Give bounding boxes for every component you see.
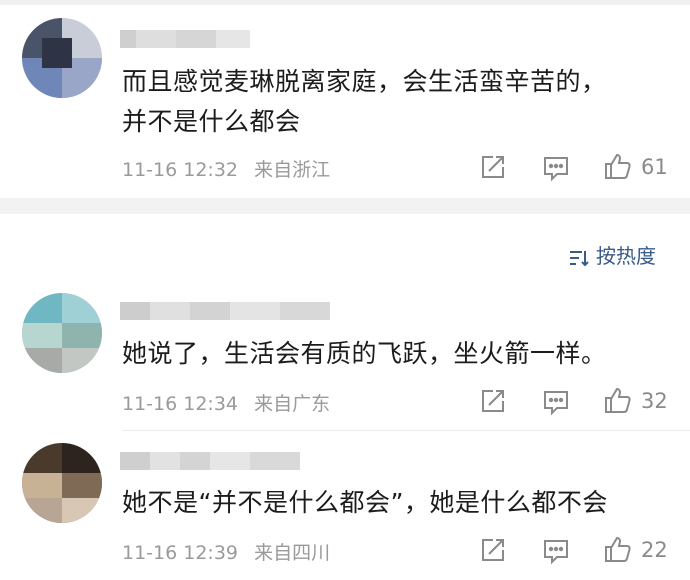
username-blurred[interactable] [120,302,330,320]
comment-text: 而且感觉麦琳脱离家庭，会生活蛮辛苦的， 并不是什么都会 [122,62,607,142]
comment-time: 11-16 12:34 [122,393,239,415]
avatar[interactable] [22,18,102,98]
like-icon[interactable] [603,534,633,564]
comment-text: 她不是“并不是什么都会”，她是什么都不会 [122,483,608,523]
sort-label: 按热度 [596,244,656,268]
comment-text-line: 她不是“并不是什么都会”，她是什么都不会 [122,488,608,517]
sort-button[interactable]: 按热度 [568,240,656,269]
share-icon[interactable] [480,154,506,180]
comment-icon[interactable] [542,537,570,565]
comment-separator [122,430,690,431]
comment-text-line: 而且感觉麦琳脱离家庭，会生活蛮辛苦的， [122,67,607,96]
comment-time: 11-16 12:32 [122,159,239,181]
share-icon[interactable] [480,537,506,563]
like-icon[interactable] [603,151,633,181]
comment-location: 来自四川 [254,542,331,564]
comment-location: 来自浙江 [254,159,331,181]
comment-text: 她说了，生活会有质的飞跃，坐火箭一样。 [122,334,607,374]
section-divider [0,198,690,214]
comment-meta: 11-16 12:34 来自广东 [122,389,340,416]
username-blurred[interactable] [120,30,250,48]
comment-location: 来自广东 [254,393,331,415]
like-icon[interactable] [603,385,633,415]
comment-time: 11-16 12:39 [122,542,239,564]
comment-meta: 11-16 12:32 来自浙江 [122,155,340,182]
avatar[interactable] [22,443,102,523]
like-count: 22 [641,538,668,562]
comment-icon[interactable] [542,154,570,182]
like-count: 61 [641,155,668,179]
comment-meta: 11-16 12:39 来自四川 [122,538,340,565]
comment-text-line: 她说了，生活会有质的飞跃，坐火箭一样。 [122,339,607,368]
like-count: 32 [641,389,668,413]
avatar[interactable] [22,293,102,373]
top-divider [0,0,690,5]
sort-icon [570,250,589,266]
comment-icon[interactable] [542,388,570,416]
share-icon[interactable] [480,388,506,414]
comment-text-line: 并不是什么都会 [122,107,301,136]
username-blurred[interactable] [120,452,300,470]
